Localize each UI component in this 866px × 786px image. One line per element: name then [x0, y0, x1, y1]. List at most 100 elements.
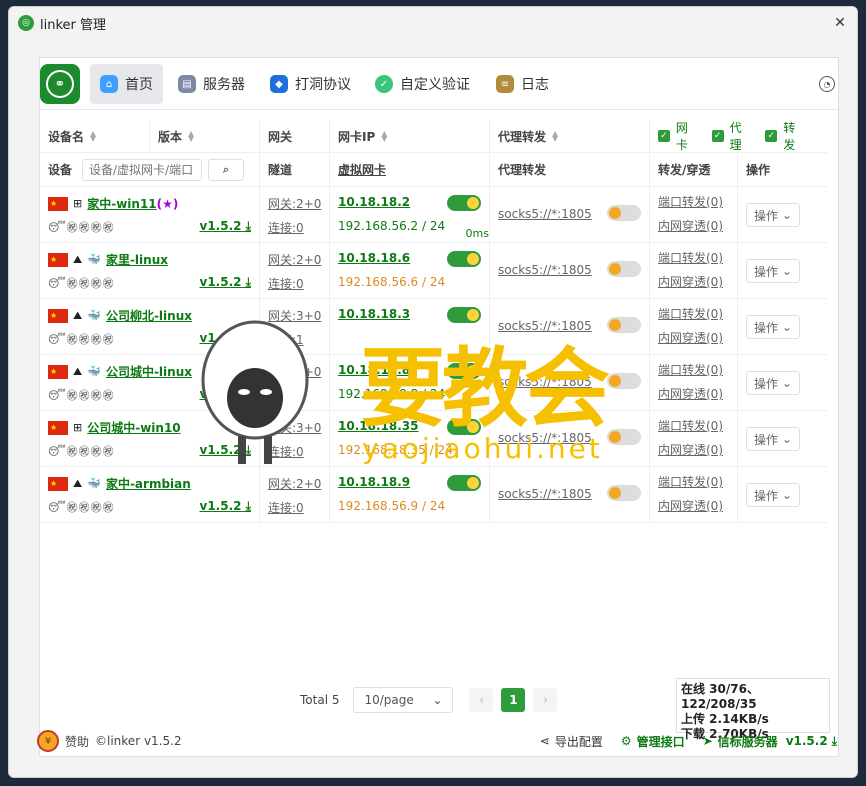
signal-server-button[interactable]: ➤ 信标服务器 v1.5.2 ⤓	[703, 733, 837, 750]
gateway-link[interactable]: 网关:2+0	[268, 195, 321, 212]
ops-dropdown[interactable]: 操作 ⌄	[746, 483, 800, 507]
port-forward-link[interactable]: 端口转发(0)	[658, 305, 723, 322]
connection-link[interactable]: 连接:0	[268, 387, 304, 404]
donate-link[interactable]: 赞助	[65, 733, 89, 750]
device-name[interactable]: 公司柳北-linux	[106, 307, 192, 324]
nic-toggle[interactable]	[447, 307, 481, 323]
gateway-link[interactable]: 网关:2+0	[268, 251, 321, 268]
proxy-toggle[interactable]	[607, 317, 641, 333]
gateway-link[interactable]: 网关:3+0	[268, 307, 321, 324]
page-1-button[interactable]: 1	[501, 688, 526, 712]
gateway-link[interactable]: 网关:3+0	[268, 363, 321, 380]
col-version[interactable]: 版本 ▲ ▼	[150, 120, 260, 152]
lan-penetration-link[interactable]: 内网穿透(0)	[658, 273, 723, 290]
proxy-toggle[interactable]	[607, 485, 641, 501]
search-button[interactable]: ⌕	[208, 158, 245, 181]
theme-icon[interactable]: ◔	[819, 76, 835, 92]
device-name[interactable]: 公司城中-win10	[87, 419, 180, 436]
port-forward-link[interactable]: 端口转发(0)	[658, 249, 723, 266]
port-forward-link[interactable]: 端口转发(0)	[658, 417, 723, 434]
ops-dropdown[interactable]: 操作 ⌄	[746, 315, 800, 339]
col-nic-ip-label: 网卡IP	[338, 129, 376, 144]
gateway-link[interactable]: 网关:2+0	[268, 475, 321, 492]
nic-cell: 10.18.18.9 192.168.56.9 / 24	[330, 467, 490, 523]
device-version[interactable]: v1.5.2 ⤓	[200, 331, 252, 346]
prev-page-button[interactable]: ‹	[469, 688, 494, 712]
virtual-ip[interactable]: 10.18.18.9	[338, 475, 410, 489]
china-flag-icon: ★	[48, 308, 68, 323]
lan-penetration-link[interactable]: 内网穿透(0)	[658, 441, 723, 458]
nic-toggle[interactable]	[447, 475, 481, 491]
ops-dropdown[interactable]: 操作 ⌄	[746, 259, 800, 283]
lan-penetration-link[interactable]: 内网穿透(0)	[658, 217, 723, 234]
virtual-ip[interactable]: 10.18.18.35	[338, 419, 418, 433]
device-version[interactable]: v1.5.2 ⤓	[200, 387, 252, 402]
close-button[interactable]: ✕	[831, 14, 849, 32]
proxy-link[interactable]: socks5://*:1805	[498, 319, 592, 333]
footer: ¥ 赞助 ©linker v1.5.2 ⋖ 导出配置 ⚙ 管理接口 ➤ 信标服务器 v1…	[37, 729, 837, 753]
filter-nic-checkbox[interactable]: ✓ 网卡	[658, 119, 700, 153]
col-filters: ✓ 网卡 ✓ 代理 ✓ 转发	[650, 120, 827, 152]
device-name[interactable]: 家里-linux	[106, 251, 168, 268]
virtual-ip[interactable]: 10.18.18.8	[338, 363, 410, 377]
device-name[interactable]: 家中-win11	[87, 195, 156, 212]
proxy-toggle[interactable]	[607, 373, 641, 389]
ops-dropdown[interactable]: 操作 ⌄	[746, 371, 800, 395]
tab-protocol[interactable]: ◆ 打洞协议	[260, 64, 361, 104]
virtual-ip[interactable]: 10.18.18.6	[338, 251, 410, 265]
port-forward-link[interactable]: 端口转发(0)	[658, 361, 723, 378]
virtual-ip[interactable]: 10.18.18.3	[338, 307, 410, 321]
donate-icon[interactable]: ¥	[37, 730, 59, 752]
device-name[interactable]: 家中-armbian	[106, 475, 191, 492]
export-config-button[interactable]: ⋖ 导出配置	[540, 733, 603, 750]
search-input[interactable]	[82, 158, 203, 181]
tab-verify[interactable]: ✓ 自定义验证	[365, 64, 480, 104]
tab-server[interactable]: ▤ 服务器	[168, 64, 255, 104]
ops-dropdown[interactable]: 操作 ⌄	[746, 203, 800, 227]
connection-link[interactable]: 连接:0	[268, 499, 304, 516]
linux-icon: ⛰	[73, 476, 83, 490]
proxy-toggle[interactable]	[607, 205, 641, 221]
connection-link[interactable]: 连接:0	[268, 443, 304, 460]
tab-log[interactable]: ≡ 日志	[486, 64, 559, 104]
virtual-ip[interactable]: 10.18.18.2	[338, 195, 410, 209]
connection-link[interactable]: 连接:0	[268, 275, 304, 292]
lan-penetration-link[interactable]: 内网穿透(0)	[658, 329, 723, 346]
nic-toggle[interactable]	[447, 419, 481, 435]
proxy-link[interactable]: socks5://*:1805	[498, 487, 592, 501]
connection-link[interactable]: 连接:0	[268, 219, 304, 236]
proxy-link[interactable]: socks5://*:1805	[498, 207, 592, 221]
version-label: v1.5.2	[199, 331, 242, 345]
gateway-link[interactable]: 网关:3+0	[268, 419, 321, 436]
device-version[interactable]: v1.5.2 ⤓	[200, 219, 252, 234]
port-forward-link[interactable]: 端口转发(0)	[658, 193, 723, 210]
col-device[interactable]: 设备名 ▲ ▼	[40, 120, 150, 152]
proxy-link[interactable]: socks5://*:1805	[498, 263, 592, 277]
proxy-toggle[interactable]	[607, 261, 641, 277]
port-forward-link[interactable]: 端口转发(0)	[658, 473, 723, 490]
device-version[interactable]: v1.5.2 ⤓	[200, 499, 252, 514]
device-version[interactable]: v1.5.2 ⤓	[200, 443, 252, 458]
lan-penetration-link[interactable]: 内网穿透(0)	[658, 385, 723, 402]
col-virtual-nic[interactable]: 虚拟网卡	[330, 153, 490, 186]
proxy-link[interactable]: socks5://*:1805	[498, 431, 592, 445]
signal-label: 信标服务器	[717, 734, 778, 749]
filter-proxy-checkbox[interactable]: ✓ 代理	[711, 119, 754, 153]
page-size-select[interactable]: 10/page ⌄	[353, 687, 454, 713]
next-page-button[interactable]: ›	[533, 688, 558, 712]
proxy-link[interactable]: socks5://*:1805	[498, 375, 592, 389]
col-nic-ip[interactable]: 网卡IP ▲ ▼	[330, 120, 490, 152]
col-proxy[interactable]: 代理转发 ▲ ▼	[490, 120, 650, 152]
manage-api-button[interactable]: ⚙ 管理接口	[621, 733, 685, 750]
lan-penetration-link[interactable]: 内网穿透(0)	[658, 497, 723, 514]
tab-home[interactable]: ⌂ 首页	[90, 64, 163, 104]
ops-dropdown[interactable]: 操作 ⌄	[746, 427, 800, 451]
filter-forward-checkbox[interactable]: ✓ 转发	[765, 119, 807, 153]
connection-link[interactable]: 连接:1	[268, 331, 304, 348]
nic-toggle[interactable]	[447, 251, 481, 267]
nic-toggle[interactable]	[447, 363, 481, 379]
device-name[interactable]: 公司城中-linux	[106, 363, 192, 380]
nic-toggle[interactable]	[447, 195, 481, 211]
proxy-toggle[interactable]	[607, 429, 641, 445]
device-version[interactable]: v1.5.2 ⤓	[200, 275, 252, 290]
